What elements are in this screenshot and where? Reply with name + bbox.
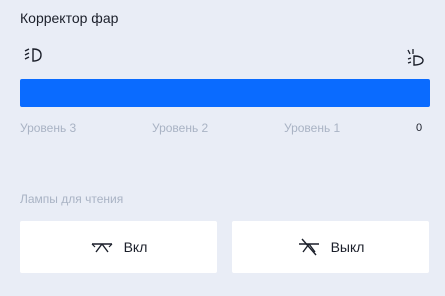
reading-lamp-off-icon	[297, 238, 321, 256]
level-label-1: Уровень 1	[284, 121, 341, 135]
level-label-3: Уровень 3	[20, 121, 77, 135]
headlight-level-fill	[20, 79, 430, 107]
reading-lamps-on-button[interactable]: Вкл	[20, 221, 217, 273]
headlight-high-icon	[407, 48, 425, 66]
level-label-0: 0	[416, 122, 423, 134]
headlight-panel: Корректор фар Уровень 3 Уровень 2 Уровен…	[0, 0, 445, 296]
headlight-level-slider[interactable]	[20, 79, 430, 107]
headlight-low-icon	[24, 46, 44, 64]
reading-lamps-label: Лампы для чтения	[20, 192, 124, 206]
reading-lamps-off-button[interactable]: Выкл	[232, 221, 429, 273]
reading-lamps-on-label: Вкл	[123, 239, 148, 255]
reading-lamps-off-label: Выкл	[330, 239, 365, 255]
level-label-2: Уровень 2	[152, 121, 209, 135]
reading-lamp-on-icon	[90, 238, 114, 256]
headlight-title: Корректор фар	[20, 10, 119, 26]
